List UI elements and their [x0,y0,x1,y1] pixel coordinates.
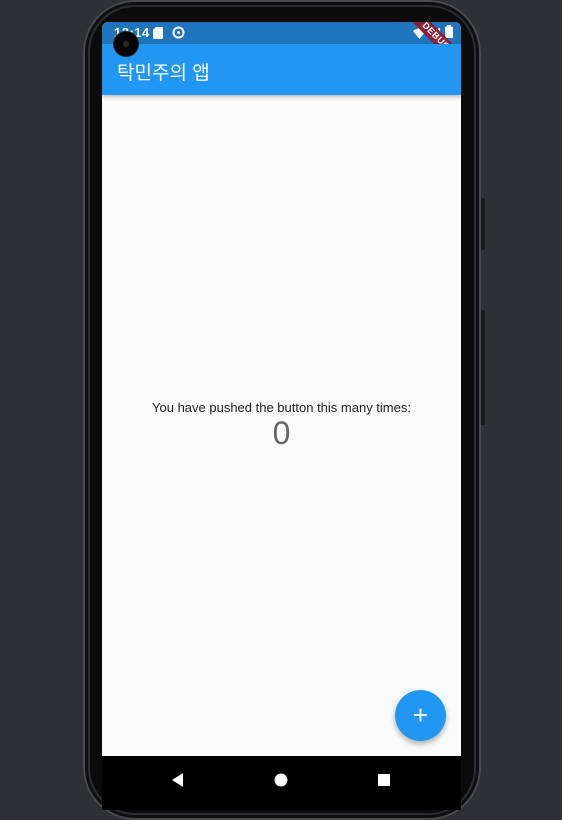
counter-message: You have pushed the button this many tim… [152,400,411,415]
add-icon: + [412,700,429,730]
main-content: You have pushed the button this many tim… [102,95,461,756]
front-camera [114,32,138,56]
app-title: 탁민주의 앱 [117,63,210,84]
back-icon[interactable] [169,770,189,790]
counter-value: 0 [272,415,291,451]
data-saver-icon [172,26,185,44]
power-button [481,310,485,425]
home-icon[interactable] [271,770,291,790]
app-bar: 탁민주의 앱 [102,44,461,95]
phone-screen: 12:14 DEBUG 탁민주의 앱 You have pushed the b… [102,22,461,810]
increment-button[interactable]: + [395,690,446,741]
recents-icon[interactable] [374,770,394,790]
navigation-bar [102,756,461,810]
volume-button [481,198,485,250]
status-bar: 12:14 [102,22,461,44]
sd-card-icon [153,26,163,44]
